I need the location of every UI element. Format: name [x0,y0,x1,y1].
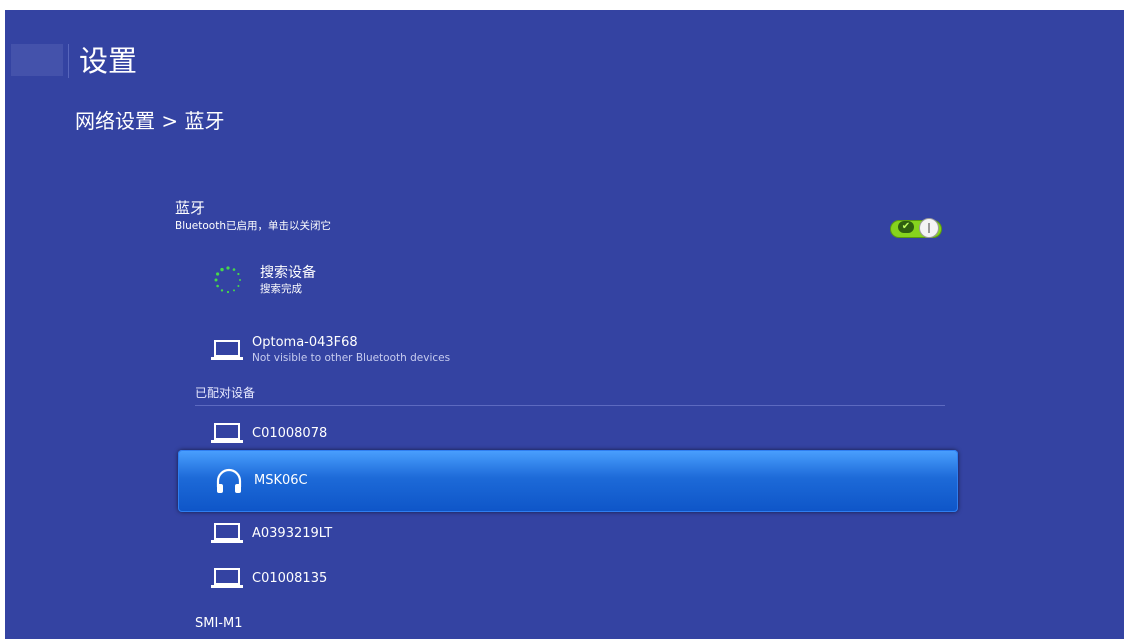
check-icon: ✔ [898,221,914,233]
device-name: Optoma-043F68 [252,335,358,350]
search-devices-title: 搜索设备 [260,265,316,281]
paired-device-row[interactable]: C01008078 [175,418,955,448]
paired-devices-header: 已配对设备 [195,386,256,400]
bluetooth-status-text: Bluetooth已启用，单击以关闭它 [175,220,331,232]
title-divider [68,44,69,78]
settings-screen: 设置 网络设置 > 蓝牙 蓝牙 Bluetooth已启用，单击以关闭它 ✔ 搜索… [5,10,1124,639]
device-name: C01008078 [252,426,328,441]
device-name: MSK06C [254,473,308,488]
laptop-icon [211,340,243,360]
breadcrumb: 网络设置 > 蓝牙 [75,109,225,133]
laptop-icon [211,568,243,588]
paired-device-row[interactable]: C01008135 [175,563,955,593]
this-device-row[interactable]: Optoma-043F68 Not visible to other Bluet… [175,332,955,368]
available-devices-header: SMI-M1 [195,616,243,631]
bluetooth-toggle-row[interactable]: 蓝牙 Bluetooth已启用，单击以关闭它 [175,200,955,244]
laptop-icon [211,523,243,543]
device-visibility-text: Not visible to other Bluetooth devices [252,352,451,364]
device-name: C01008135 [252,571,328,586]
bluetooth-toggle-switch[interactable]: ✔ [890,218,942,238]
device-name: A0393219LT [252,526,333,541]
search-status-text: 搜索完成 [260,283,302,295]
spinner-icon [214,266,241,294]
paired-device-row-selected[interactable]: MSK06C [178,450,958,512]
toggle-thumb [919,218,939,238]
paired-device-row[interactable]: A0393219LT [175,518,955,548]
headphones-icon [216,468,242,493]
section-divider [195,405,945,406]
bluetooth-title: 蓝牙 [175,199,206,217]
app-icon [11,44,63,76]
search-devices-row[interactable]: 搜索设备 搜索完成 [175,262,955,302]
laptop-icon [211,423,243,443]
page-title: 设置 [79,44,138,78]
